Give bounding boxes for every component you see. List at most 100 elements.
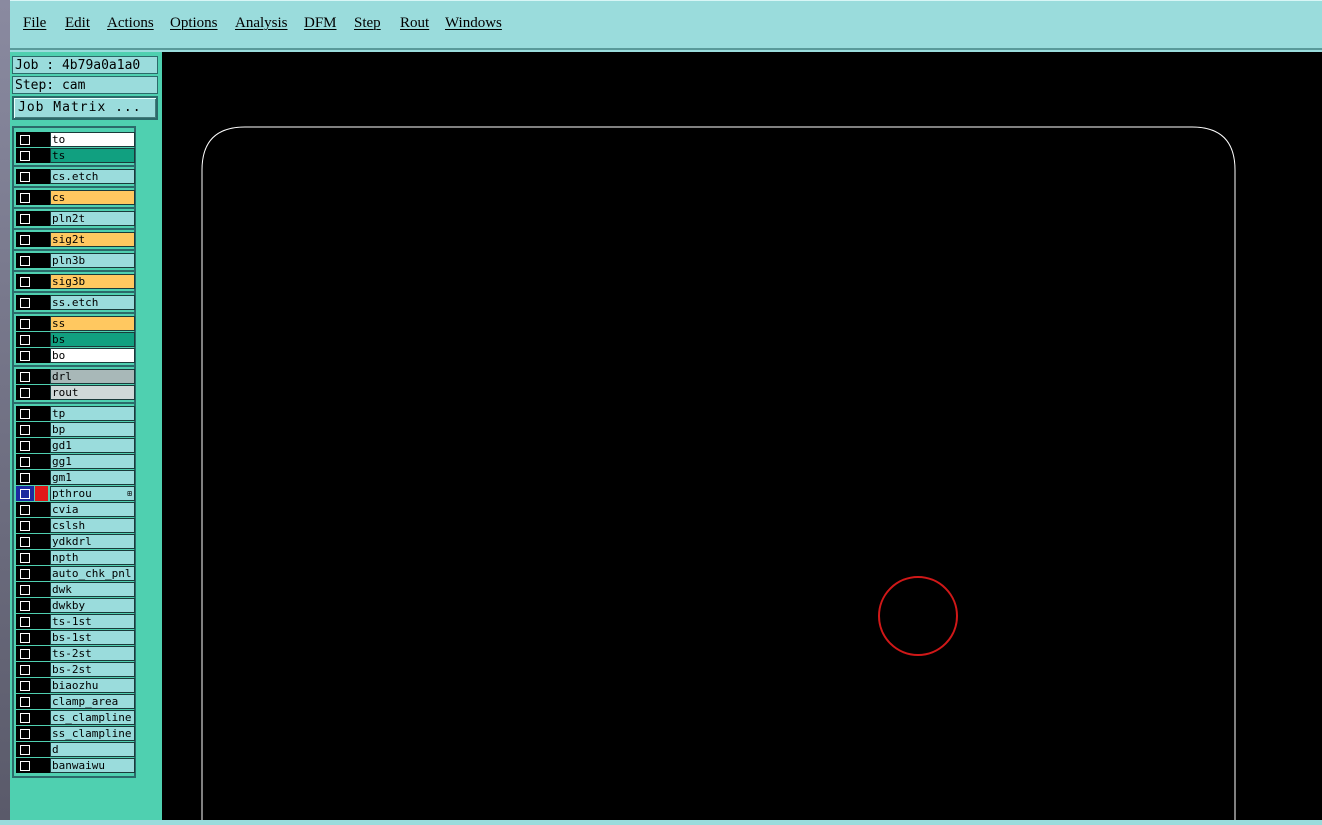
layer-row[interactable]: pln2t [16,211,135,226]
layer-display-indicator[interactable] [34,369,50,384]
layer-row[interactable]: ydkdrl [16,534,135,549]
layer-row[interactable]: ss [16,316,135,331]
layer-name[interactable]: bs [50,332,135,347]
layer-name[interactable]: d [50,742,135,757]
layer-row[interactable]: cvia [16,502,135,517]
layer-display-indicator[interactable] [34,406,50,421]
layer-name[interactable]: ts-2st [50,646,135,661]
layer-name[interactable]: dwkby [50,598,135,613]
layer-row[interactable]: dwkby [16,598,135,613]
layer-row[interactable]: drl [16,369,135,384]
layer-affected-checkbox[interactable] [20,388,30,398]
layer-affected-checkbox[interactable] [20,569,30,579]
layer-display-indicator[interactable] [34,566,50,581]
layer-display-indicator[interactable] [34,385,50,400]
layer-display-indicator[interactable] [34,598,50,613]
layer-row[interactable]: cs [16,190,135,205]
layer-affected-checkbox[interactable] [20,761,30,771]
layer-display-indicator[interactable] [34,502,50,517]
layer-display-indicator[interactable] [35,486,48,501]
layer-affected-checkbox[interactable] [20,521,30,531]
layer-name[interactable]: cvia [50,502,135,517]
layer-display-indicator[interactable] [34,534,50,549]
layer-affected-checkbox[interactable] [20,193,30,203]
layer-affected-checkbox[interactable] [20,585,30,595]
layer-affected-checkbox[interactable] [20,172,30,182]
layer-affected-checkbox[interactable] [20,335,30,345]
layer-display-indicator[interactable] [34,662,50,677]
layer-affected-checkbox[interactable] [20,729,30,739]
layer-name[interactable]: sig3b [50,274,135,289]
layer-display-indicator[interactable] [34,694,50,709]
layer-affected-checkbox[interactable] [20,409,30,419]
layer-name[interactable]: pln3b [50,253,135,268]
menu-options[interactable]: Options [170,15,218,32]
layer-affected-checkbox[interactable] [20,681,30,691]
layer-name[interactable]: gg1 [50,454,135,469]
layer-row[interactable]: cs_clampline [16,710,135,725]
layer-affected-checkbox[interactable] [20,505,30,515]
layer-row[interactable]: tp [16,406,135,421]
layer-display-indicator[interactable] [34,518,50,533]
layer-row[interactable]: banwaiwu [16,758,135,773]
layer-name[interactable]: ss_clampline [50,726,135,741]
layer-display-indicator[interactable] [34,295,50,310]
layer-name[interactable]: auto_chk_pnl [50,566,135,581]
layer-affected-checkbox[interactable] [20,537,30,547]
layer-name[interactable]: ss [50,316,135,331]
layer-name[interactable]: cs.etch [50,169,135,184]
layer-name[interactable]: banwaiwu [50,758,135,773]
layer-display-indicator[interactable] [34,646,50,661]
layer-display-indicator[interactable] [34,132,50,147]
layer-row[interactable]: ss.etch [16,295,135,310]
layer-name[interactable]: ydkdrl [50,534,135,549]
layer-display-indicator[interactable] [34,550,50,565]
layer-name[interactable]: cslsh [50,518,135,533]
layer-name[interactable]: dwk [50,582,135,597]
layer-row[interactable]: cslsh [16,518,135,533]
layer-affected-checkbox[interactable] [20,649,30,659]
layer-row[interactable]: to [16,132,135,147]
layer-affected-checkbox[interactable] [20,351,30,361]
layer-display-indicator[interactable] [34,742,50,757]
graphics-canvas[interactable] [162,52,1322,820]
layer-row[interactable]: gm1 [16,470,135,485]
layer-name[interactable]: clamp_area [50,694,135,709]
layer-name[interactable]: ts [50,148,135,163]
layer-row[interactable]: bs [16,332,135,347]
layer-row[interactable]: cs.etch [16,169,135,184]
layer-display-indicator[interactable] [34,190,50,205]
layer-display-indicator[interactable] [34,614,50,629]
job-matrix-button[interactable]: Job Matrix ... [12,96,158,120]
layer-affected-checkbox[interactable] [20,441,30,451]
layer-row[interactable]: bs-2st [16,662,135,677]
layer-display-indicator[interactable] [34,316,50,331]
layer-name[interactable]: bs-1st [50,630,135,645]
menu-analysis[interactable]: Analysis [235,15,288,32]
layer-name[interactable]: to [50,132,135,147]
layer-affected-checkbox[interactable] [20,372,30,382]
layer-row[interactable]: npth [16,550,135,565]
layer-affected-checkbox[interactable] [20,633,30,643]
layer-name[interactable]: cs [50,190,135,205]
menu-actions[interactable]: Actions [107,15,154,32]
layer-name[interactable]: rout [50,385,135,400]
layer-affected-checkbox[interactable] [20,489,30,499]
layer-name[interactable]: pthrou ⊞ [50,486,135,501]
layer-name[interactable]: sig2t [50,232,135,247]
layer-affected-checkbox[interactable] [20,256,30,266]
layer-affected-checkbox[interactable] [20,425,30,435]
layer-display-indicator[interactable] [34,348,50,363]
layer-display-indicator[interactable] [34,582,50,597]
layer-display-indicator[interactable] [34,274,50,289]
layer-row[interactable]: auto_chk_pnl [16,566,135,581]
layer-affected-checkbox[interactable] [20,298,30,308]
layer-row[interactable]: pln3b [16,253,135,268]
layer-name[interactable]: bp [50,422,135,437]
layer-affected-checkbox[interactable] [20,665,30,675]
menu-windows[interactable]: Windows [445,15,502,32]
layer-row[interactable]: ts-2st [16,646,135,661]
layer-name[interactable]: ts-1st [50,614,135,629]
expand-icon[interactable]: ⊞ [127,490,132,498]
layer-row[interactable]: dwk [16,582,135,597]
